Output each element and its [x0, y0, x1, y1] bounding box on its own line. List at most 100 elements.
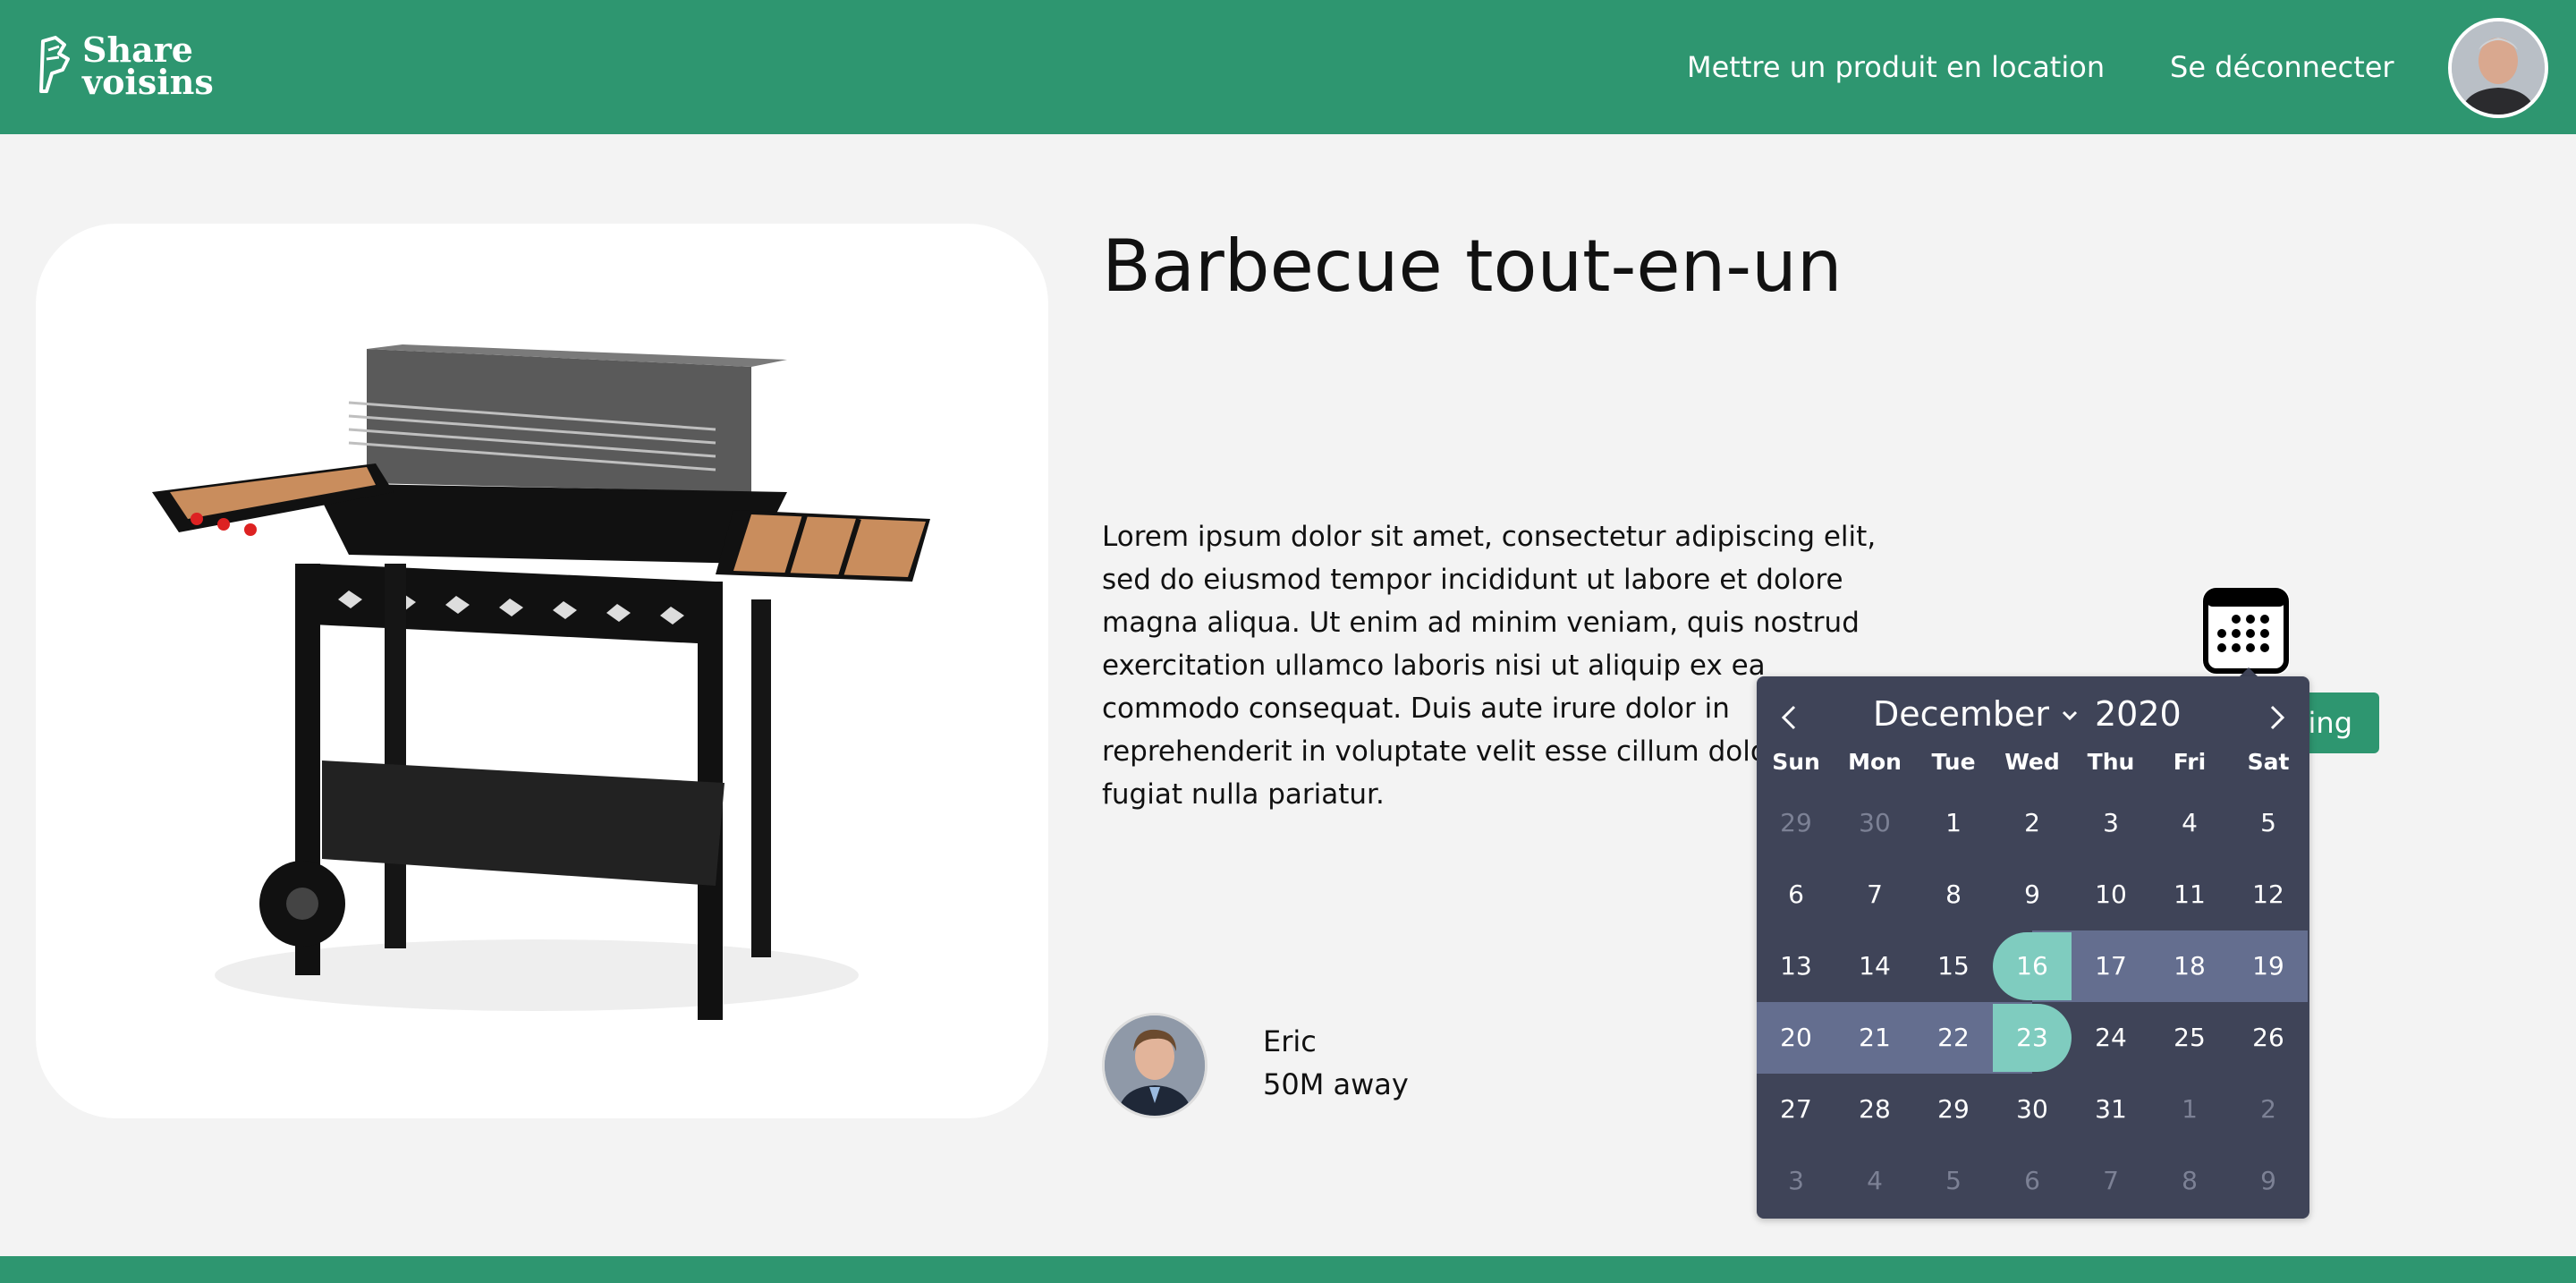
- calendar-day[interactable]: 20: [1757, 1002, 1835, 1074]
- calendar-day[interactable]: 9: [2229, 1145, 2308, 1217]
- calendar-day[interactable]: 5: [2229, 787, 2308, 859]
- weekday-label: Wed: [2004, 749, 2060, 775]
- next-month-icon[interactable]: [2261, 701, 2293, 734]
- calendar-day[interactable]: 5: [1914, 1145, 1993, 1217]
- user-avatar-icon: [2452, 21, 2545, 115]
- calendar-day-number: 20: [1780, 1023, 1812, 1052]
- calendar-trigger-button[interactable]: [2202, 587, 2290, 675]
- calendar-day-number: 28: [1859, 1094, 1891, 1124]
- barbecue-grill-image: [152, 344, 930, 1020]
- calendar-day[interactable]: 11: [2150, 859, 2229, 930]
- calendar-day[interactable]: 4: [1835, 1145, 1914, 1217]
- calendar-day[interactable]: 29: [1914, 1074, 1993, 1145]
- logo[interactable]: Share voisins: [38, 30, 234, 102]
- calendar-day-number: 31: [2095, 1094, 2127, 1124]
- year-input[interactable]: 2020: [2095, 694, 2182, 734]
- prev-month-icon[interactable]: [1773, 701, 1805, 734]
- weekday-label: Mon: [1848, 749, 1902, 775]
- calendar-day-number: 4: [2182, 808, 2198, 837]
- calendar-day[interactable]: 27: [1757, 1074, 1835, 1145]
- product-image-card: [36, 224, 1048, 1118]
- calendar-day-number: 29: [1780, 808, 1812, 837]
- calendar-day[interactable]: 15: [1914, 930, 1993, 1002]
- calendar-day[interactable]: 3: [2072, 787, 2150, 859]
- calendar-day-number: 10: [2095, 879, 2127, 909]
- owner-distance: 50M away: [1263, 1067, 1409, 1101]
- logo-text: Share voisins: [82, 33, 214, 99]
- calendar-day[interactable]: 25: [2150, 1002, 2229, 1074]
- calendar-day[interactable]: 30: [1835, 787, 1914, 859]
- calendar-day[interactable]: 1: [1914, 787, 1993, 859]
- calendar-day[interactable]: 18: [2150, 930, 2229, 1002]
- calendar-day[interactable]: 7: [2072, 1145, 2150, 1217]
- calendar-day[interactable]: 12: [2229, 859, 2308, 930]
- calendar-day-number: 1: [2182, 1094, 2198, 1124]
- calendar-day-number: 8: [1945, 879, 1962, 909]
- calendar-day[interactable]: 21: [1835, 1002, 1914, 1074]
- calendar-day[interactable]: 28: [1835, 1074, 1914, 1145]
- calendar-day[interactable]: 2: [2229, 1074, 2308, 1145]
- calendar-day-number: 30: [2016, 1094, 2048, 1124]
- calendar-day-number: 9: [2260, 1166, 2276, 1195]
- footer-bar: [0, 1256, 2576, 1283]
- calendar-day-number: 23: [2016, 1023, 2048, 1052]
- top-header: Share voisins Mettre un produit en locat…: [0, 0, 2576, 134]
- calendar-day[interactable]: 4: [2150, 787, 2229, 859]
- calendar-day[interactable]: 24: [2072, 1002, 2150, 1074]
- nav-logout-link[interactable]: Se déconnecter: [2170, 49, 2394, 85]
- calendar-day-number: 25: [2174, 1023, 2206, 1052]
- calendar-day[interactable]: 6: [1993, 1145, 2072, 1217]
- calendar-day[interactable]: 3: [1757, 1145, 1835, 1217]
- calendar-day[interactable]: 1: [2150, 1074, 2229, 1145]
- weekday-label: Tue: [1931, 749, 1976, 775]
- calendar-day-number: 5: [1945, 1166, 1962, 1195]
- calendar-day-number: 6: [1788, 879, 1804, 909]
- chevron-down-icon[interactable]: [2059, 705, 2080, 726]
- calendar-day[interactable]: 8: [1914, 859, 1993, 930]
- calendar-day[interactable]: 14: [1835, 930, 1914, 1002]
- calendar-day[interactable]: 8: [2150, 1145, 2229, 1217]
- owner-avatar-icon: [1105, 1015, 1205, 1116]
- calendar-day-number: 17: [2095, 951, 2127, 981]
- calendar-day[interactable]: 26: [2229, 1002, 2308, 1074]
- calendar-day[interactable]: 9: [1993, 859, 2072, 930]
- weekday-row: Sun Mon Tue Wed Thu Fri Sat: [1757, 746, 2309, 778]
- calendar-day-number: 8: [2182, 1166, 2198, 1195]
- calendar-day-number: 12: [2252, 879, 2284, 909]
- weekday-label: Thu: [2087, 749, 2135, 775]
- owner-avatar[interactable]: [1102, 1013, 1208, 1118]
- calendar-day[interactable]: 10: [2072, 859, 2150, 930]
- calendar-day[interactable]: 7: [1835, 859, 1914, 930]
- calendar-day-number: 21: [1859, 1023, 1891, 1052]
- calendar-day[interactable]: 31: [2072, 1074, 2150, 1145]
- calendar-day-number: 16: [2016, 951, 2048, 981]
- calendar-day[interactable]: 13: [1757, 930, 1835, 1002]
- weekday-label: Fri: [2173, 749, 2207, 775]
- nav-rent-product-link[interactable]: Mettre un produit en location: [1687, 49, 2105, 85]
- calendar-day[interactable]: 2: [1993, 787, 2072, 859]
- user-avatar[interactable]: [2448, 18, 2548, 118]
- calendar-day[interactable]: 6: [1757, 859, 1835, 930]
- calendar-day[interactable]: 23: [1993, 1002, 2072, 1074]
- calendar-day-number: 18: [2174, 951, 2206, 981]
- hand-logo-icon: [39, 36, 70, 93]
- calendar-day-number: 24: [2095, 1023, 2127, 1052]
- calendar-day-number: 4: [1867, 1166, 1883, 1195]
- calendar-day-number: 1: [1945, 808, 1962, 837]
- calendar-day[interactable]: 29: [1757, 787, 1835, 859]
- date-picker: December 2020 Sun Mon Tue Wed Thu Fri Sa…: [1757, 676, 2309, 1219]
- calendar-day-number: 2: [2260, 1094, 2276, 1124]
- calendar-day-number: 6: [2024, 1166, 2040, 1195]
- calendar-day-number: 7: [1867, 879, 1883, 909]
- calendar-day[interactable]: 16: [1993, 930, 2072, 1002]
- month-select[interactable]: December: [1873, 694, 2049, 734]
- calendar-day[interactable]: 30: [1993, 1074, 2072, 1145]
- calendar-day-number: 19: [2252, 951, 2284, 981]
- calendar-day[interactable]: 22: [1914, 1002, 1993, 1074]
- owner-name: Eric: [1263, 1024, 1317, 1058]
- calendar-day[interactable]: 19: [2229, 930, 2308, 1002]
- calendar-day-number: 13: [1780, 951, 1812, 981]
- calendar-day-number: 5: [2260, 808, 2276, 837]
- calendar-day-number: 3: [2103, 808, 2119, 837]
- calendar-day[interactable]: 17: [2072, 930, 2150, 1002]
